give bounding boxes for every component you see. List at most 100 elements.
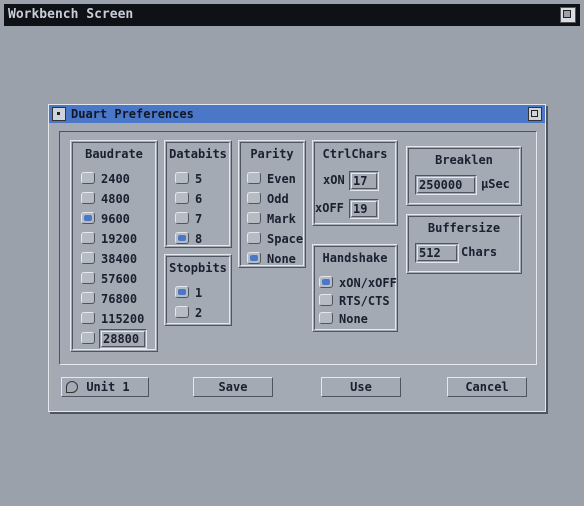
databits-option-7[interactable]: 7 [175, 211, 202, 227]
radio-button[interactable] [319, 294, 333, 306]
xon-input[interactable]: 17 [349, 171, 379, 191]
option-label: 2 [195, 306, 203, 320]
parity-group: Parity Even Odd Mark Space None [238, 140, 306, 268]
option-label: Odd [267, 192, 289, 206]
option-label: Space [267, 232, 304, 246]
radio-button[interactable] [175, 172, 189, 184]
zoom-gadget-icon[interactable] [528, 107, 542, 121]
stopbits-option-2[interactable]: 2 [175, 305, 202, 321]
baudrate-group: Baudrate 2400 4800 9600 19200 38400 5760… [70, 140, 158, 352]
baudrate-option-19200[interactable]: 19200 [81, 231, 137, 247]
buffersize-unit: Chars [461, 245, 498, 259]
radio-button[interactable] [175, 306, 189, 318]
baudrate-option-9600[interactable]: 9600 [81, 211, 130, 227]
parity-title: Parity [250, 147, 294, 161]
buffersize-input[interactable]: 512 [415, 243, 459, 263]
parity-option-mark[interactable]: Mark [247, 211, 296, 227]
cancel-button[interactable]: Cancel [447, 377, 527, 397]
radio-button[interactable] [247, 172, 261, 184]
xoff-label: xOFF [315, 201, 344, 215]
option-label: 9600 [101, 212, 130, 226]
radio-button[interactable] [81, 172, 95, 184]
use-button[interactable]: Use [321, 377, 401, 397]
radio-button-selected[interactable] [175, 286, 189, 298]
radio-button[interactable] [81, 192, 95, 204]
parity-option-odd[interactable]: Odd [247, 191, 289, 207]
screen-title-bar: Workbench Screen [4, 4, 580, 26]
xoff-input[interactable]: 19 [349, 199, 379, 219]
option-label: 19200 [101, 232, 138, 246]
option-label: 8 [195, 232, 203, 246]
databits-option-5[interactable]: 5 [175, 171, 202, 187]
radio-button[interactable] [247, 212, 261, 224]
radio-button[interactable] [81, 332, 95, 344]
parity-option-none[interactable]: None [247, 251, 296, 267]
breaklen-unit: µSec [481, 177, 510, 191]
radio-button[interactable] [81, 232, 95, 244]
parity-option-even[interactable]: Even [247, 171, 296, 187]
option-label: 2400 [101, 172, 130, 186]
screen-depth-gadget-icon[interactable] [560, 7, 576, 23]
option-label: Mark [267, 212, 296, 226]
handshake-option-xon-xoff[interactable]: xON/xOFF [319, 275, 397, 291]
option-label: 57600 [101, 272, 138, 286]
option-label: 115200 [101, 312, 145, 326]
radio-button[interactable] [247, 192, 261, 204]
close-gadget-icon[interactable] [52, 107, 66, 121]
window-title-bar[interactable]: Duart Preferences [49, 105, 545, 123]
baudrate-option-custom[interactable] [81, 331, 101, 347]
radio-button[interactable] [175, 192, 189, 204]
stopbits-title: Stopbits [169, 261, 227, 275]
radio-button-selected[interactable] [247, 252, 261, 264]
radio-button-selected[interactable] [175, 232, 189, 244]
baudrate-option-2400[interactable]: 2400 [81, 171, 130, 187]
unit-cycle-button[interactable]: Unit 1 [61, 377, 149, 397]
window-title: Duart Preferences [71, 107, 194, 121]
handshake-group: Handshake xON/xOFF RTS/CTS None [312, 244, 398, 332]
screen-title: Workbench Screen [8, 7, 134, 22]
settings-panel: Baudrate 2400 4800 9600 19200 38400 5760… [59, 131, 537, 365]
radio-button[interactable] [81, 292, 95, 304]
parity-option-space[interactable]: Space [247, 231, 303, 247]
duart-preferences-window: Duart Preferences Baudrate 2400 4800 960… [48, 104, 546, 412]
stopbits-group: Stopbits 1 2 [164, 254, 232, 326]
radio-button[interactable] [319, 312, 333, 324]
radio-button[interactable] [81, 272, 95, 284]
handshake-option-none[interactable]: None [319, 311, 368, 327]
ctrlchars-title: CtrlChars [322, 147, 388, 161]
databits-group: Databits 5 6 7 8 [164, 140, 232, 248]
radio-button-selected[interactable] [81, 212, 95, 224]
breaklen-input[interactable]: 250000 [415, 175, 477, 195]
radio-button-selected[interactable] [319, 276, 333, 288]
unit-cycle-label: Unit 1 [86, 380, 130, 394]
option-label: 7 [195, 212, 203, 226]
baudrate-option-115200[interactable]: 115200 [81, 311, 144, 327]
stopbits-option-1[interactable]: 1 [175, 285, 202, 301]
baudrate-option-57600[interactable]: 57600 [81, 271, 137, 287]
ctrlchars-group: CtrlChars xON 17 xOFF 19 [312, 140, 398, 226]
databits-title: Databits [169, 147, 227, 161]
option-label: 4800 [101, 192, 130, 206]
breaklen-title: Breaklen [435, 153, 493, 167]
option-label: Even [267, 172, 296, 186]
option-label: 38400 [101, 252, 138, 266]
option-label: RTS/CTS [339, 294, 390, 308]
databits-option-6[interactable]: 6 [175, 191, 202, 207]
option-label: None [267, 252, 296, 266]
baudrate-option-4800[interactable]: 4800 [81, 191, 130, 207]
buffersize-group: Buffersize 512 Chars [406, 214, 522, 274]
baudrate-custom-input[interactable]: 28800 [99, 329, 147, 349]
baudrate-title: Baudrate [85, 147, 143, 161]
save-button[interactable]: Save [193, 377, 273, 397]
option-label: 76800 [101, 292, 138, 306]
radio-button[interactable] [81, 312, 95, 324]
cycle-icon [66, 381, 78, 393]
radio-button[interactable] [175, 212, 189, 224]
baudrate-option-76800[interactable]: 76800 [81, 291, 137, 307]
radio-button[interactable] [81, 252, 95, 264]
radio-button[interactable] [247, 232, 261, 244]
handshake-option-rts-cts[interactable]: RTS/CTS [319, 293, 390, 309]
baudrate-option-38400[interactable]: 38400 [81, 251, 137, 267]
option-label: 5 [195, 172, 203, 186]
databits-option-8[interactable]: 8 [175, 231, 202, 247]
